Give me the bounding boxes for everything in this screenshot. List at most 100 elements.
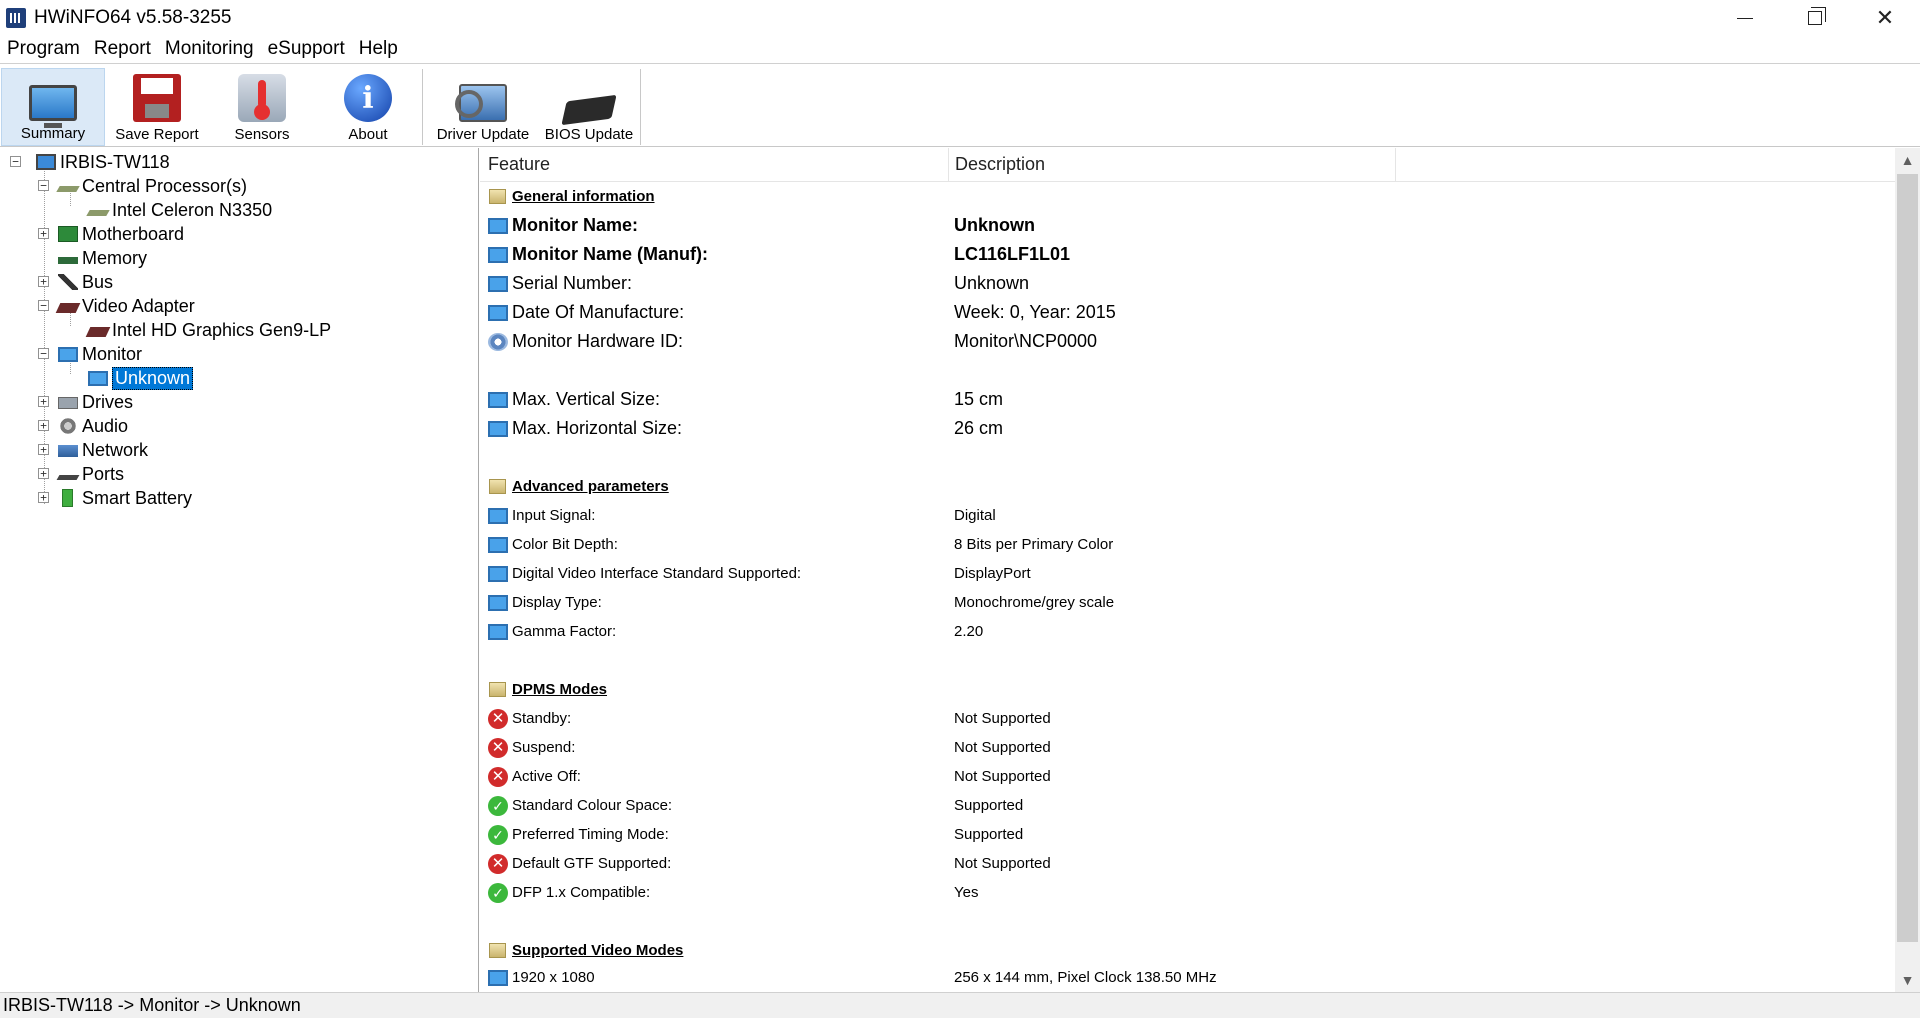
tree-item-video-group[interactable]: − Video Adapter	[38, 295, 195, 317]
list-item[interactable]: Gamma Factor: 2.20	[480, 617, 1895, 646]
list-item[interactable]: Monitor Name: Unknown	[480, 211, 1895, 240]
menu-esupport[interactable]: eSupport	[261, 36, 352, 64]
hwinfo-app-icon[interactable]	[6, 8, 26, 28]
tree-label: Smart Battery	[82, 487, 193, 508]
save-report-button[interactable]: Save Report	[106, 68, 208, 146]
tree-item-video[interactable]: Intel HD Graphics Gen9-LP	[85, 319, 331, 341]
list-item[interactable]: ✓ DFP 1.x Compatible: Yes	[480, 878, 1895, 907]
feature-value: Yes	[954, 884, 979, 901]
tree-item-cpu-group[interactable]: − Central Processor(s)	[38, 175, 247, 197]
scroll-up-icon[interactable]: ▲	[1895, 148, 1920, 172]
feature-label: Max. Vertical Size:	[512, 389, 661, 409]
sensors-button[interactable]: Sensors	[210, 68, 314, 146]
feature-label: Active Off:	[512, 768, 581, 785]
list-item[interactable]: Monitor Name (Manuf): LC116LF1L01	[480, 240, 1895, 269]
tree-item-network[interactable]: + Network	[38, 439, 148, 461]
tree-item-root[interactable]: − IRBIS-TW118	[10, 151, 170, 173]
feature-value: Not Supported	[954, 710, 1051, 727]
list-item[interactable]: ✓ Standard Colour Space: Supported	[480, 791, 1895, 820]
list-item[interactable]: Serial Number: Unknown	[480, 269, 1895, 298]
list-item[interactable]: Digital Video Interface Standard Support…	[480, 559, 1895, 588]
tree-item-monitor-selected[interactable]: Unknown	[88, 366, 194, 390]
section-header-dpms[interactable]: DPMS Modes	[480, 675, 1895, 704]
tree-item-cpu[interactable]: Intel Celeron N3350	[86, 199, 272, 221]
about-button[interactable]: i About	[316, 68, 420, 146]
list-item[interactable]: Color Bit Depth: 8 Bits per Primary Colo…	[480, 530, 1895, 559]
gpu-icon	[85, 326, 111, 337]
vertical-scrollbar[interactable]: ▲ ▼	[1895, 148, 1920, 992]
expand-icon[interactable]: +	[38, 468, 49, 479]
list-item[interactable]: ✕ Active Off: Not Supported	[480, 762, 1895, 791]
list-item[interactable]: Monitor Hardware ID: Monitor\NCP0000	[480, 327, 1895, 356]
collapse-icon[interactable]: −	[38, 300, 49, 311]
menu-help[interactable]: Help	[352, 36, 405, 64]
list-item[interactable]: ✕ Suspend: Not Supported	[480, 733, 1895, 762]
tree-item-monitor-group[interactable]: − Monitor	[38, 343, 142, 365]
expand-icon[interactable]: +	[38, 444, 49, 455]
tree-item-memory[interactable]: Memory	[58, 247, 147, 269]
details-list[interactable]: Feature Description General information …	[480, 148, 1920, 992]
list-item[interactable]: Max. Vertical Size: 15 cm	[480, 385, 1895, 414]
restore-icon	[1808, 7, 1826, 25]
close-button[interactable]: ✕	[1850, 0, 1920, 36]
collapse-icon[interactable]: −	[38, 348, 49, 359]
tree-item-drives[interactable]: + Drives	[38, 391, 133, 413]
tree-item-audio[interactable]: + Audio	[38, 415, 128, 437]
list-item[interactable]: ✕ Default GTF Supported: Not Supported	[480, 849, 1895, 878]
column-feature[interactable]: Feature	[488, 154, 550, 175]
column-divider[interactable]	[948, 148, 949, 182]
list-item[interactable]: ✓ Preferred Timing Mode: Supported	[480, 820, 1895, 849]
list-item[interactable]: Input Signal: Digital	[480, 501, 1895, 530]
expand-icon[interactable]: +	[38, 396, 49, 407]
section-header-general[interactable]: General information	[480, 182, 1895, 211]
list-item[interactable]: Display Type: Monochrome/grey scale	[480, 588, 1895, 617]
monitor-icon	[488, 391, 508, 408]
tree-label: Ports	[82, 463, 125, 484]
feature-value: Supported	[954, 826, 1024, 843]
bios-update-button[interactable]: BIOS Update	[540, 68, 638, 146]
expand-icon[interactable]: +	[38, 276, 49, 287]
expand-icon[interactable]: +	[38, 228, 49, 239]
list-header: Feature Description	[480, 148, 1895, 182]
tree-item-motherboard[interactable]: + Motherboard	[38, 223, 184, 245]
menu-monitoring[interactable]: Monitoring	[158, 36, 261, 64]
tree-item-bus[interactable]: + Bus	[38, 271, 113, 293]
menu-program[interactable]: Program	[0, 36, 87, 64]
section-icon	[489, 682, 506, 697]
list-item[interactable]: Date Of Manufacture: Week: 0, Year: 2015	[480, 298, 1895, 327]
section-header-advanced[interactable]: Advanced parameters	[480, 472, 1895, 501]
column-divider[interactable]	[1395, 148, 1396, 182]
expand-icon[interactable]: +	[38, 420, 49, 431]
tree-label: Unknown	[112, 366, 194, 390]
list-item[interactable]: ✕ Standby: Not Supported	[480, 704, 1895, 733]
list-item[interactable]: Max. Horizontal Size: 26 cm	[480, 414, 1895, 443]
feature-value: 15 cm	[954, 389, 1004, 409]
check-icon: ✓	[488, 824, 508, 845]
monitor-icon	[488, 969, 508, 986]
device-tree[interactable]: − IRBIS-TW118 − Central Processor(s) Int…	[0, 148, 479, 992]
column-description[interactable]: Description	[955, 154, 1045, 175]
list-item[interactable]: 1920 x 1080 256 x 144 mm, Pixel Clock 13…	[480, 963, 1895, 992]
collapse-icon[interactable]: −	[10, 156, 21, 167]
tree-item-battery[interactable]: + Smart Battery	[38, 487, 192, 509]
tree-item-ports[interactable]: + Ports	[38, 463, 124, 485]
driver-update-button[interactable]: Driver Update	[428, 68, 538, 146]
summary-button[interactable]: Summary	[1, 68, 105, 146]
collapse-icon[interactable]: −	[38, 180, 49, 191]
scroll-thumb[interactable]	[1897, 174, 1918, 942]
section-header-video-modes[interactable]: Supported Video Modes	[480, 936, 1895, 965]
feature-value: DisplayPort	[954, 565, 1031, 582]
tree-label: Bus	[82, 271, 114, 292]
menu-report[interactable]: Report	[87, 36, 158, 64]
status-bar: IRBIS-TW118 -> Monitor -> Unknown	[0, 992, 1920, 1018]
monitor-icon	[488, 623, 508, 640]
check-icon: ✓	[488, 795, 508, 816]
minimize-button[interactable]	[1710, 0, 1780, 36]
speaker-icon	[58, 418, 78, 434]
toolbar-separator	[422, 69, 423, 145]
feature-value: Unknown	[954, 215, 1035, 235]
expand-icon[interactable]: +	[38, 492, 49, 503]
scroll-down-icon[interactable]: ▼	[1895, 968, 1920, 992]
restore-button[interactable]	[1780, 0, 1850, 36]
bus-icon	[58, 274, 78, 290]
